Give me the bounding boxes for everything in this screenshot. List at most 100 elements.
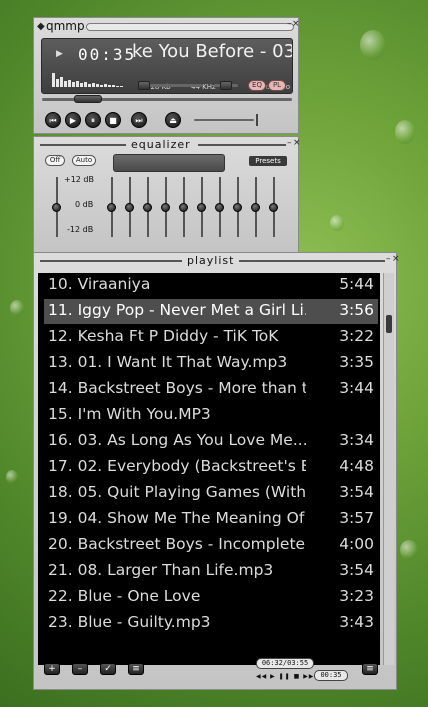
select-button[interactable]: ✓ (100, 663, 116, 675)
track-title: 16. 03. As Long As You Love Me.... (48, 431, 306, 449)
scrollbar-thumb[interactable] (386, 315, 392, 333)
eq-band-knob[interactable] (233, 203, 242, 212)
title-rule-right (198, 144, 286, 146)
eq-close-icon[interactable]: × (293, 139, 301, 148)
pause-icon: ⏸ (91, 116, 95, 125)
playlist-row[interactable]: 23. Blue - Guilty.mp3 3:43 (44, 611, 378, 636)
playlist-close-icon[interactable]: × (392, 255, 400, 264)
eq-band-knob[interactable] (107, 203, 116, 212)
seek-knob[interactable] (74, 95, 102, 103)
track-duration: 3:57 (339, 509, 374, 527)
add-track-button[interactable]: + (44, 663, 60, 675)
minimize-icon[interactable]: – (287, 20, 292, 29)
playlist-row[interactable]: 20. Backstreet Boys - Incomplete ... 4:0… (44, 533, 378, 558)
eq-band-knob[interactable] (269, 203, 278, 212)
playlist-toggle-button[interactable]: PL (268, 80, 286, 91)
track-duration: 3:54 (339, 561, 374, 579)
playlist-row[interactable]: 16. 03. As Long As You Love Me.... 3:34 (44, 429, 378, 454)
menu-icon: ≡ (366, 664, 374, 674)
eq-shade-icon[interactable]: – (287, 139, 292, 148)
eq-band-knob[interactable] (125, 203, 134, 212)
playlist-row[interactable]: 14. Backstreet Boys - More than t... 3:4… (44, 377, 378, 402)
eq-band-knob[interactable] (215, 203, 224, 212)
track-duration: 3:44 (339, 379, 374, 397)
track-duration: 4:48 (339, 457, 374, 475)
playlist-shade-icon[interactable]: – (386, 255, 391, 264)
background-drop (400, 540, 418, 560)
track-duration: 3:54 (339, 483, 374, 501)
title-bar[interactable]: ◆ qmmp – × (34, 18, 300, 36)
sort-button[interactable]: ≡ (128, 663, 144, 675)
eq-band-knob[interactable] (251, 203, 260, 212)
balance-knob[interactable] (220, 81, 232, 90)
track-title: 10. Viraaniya (48, 275, 151, 293)
equalizer-window: equalizer – × Off Auto Presets +12 dB 0 … (33, 136, 301, 253)
playlist-row-selected[interactable]: 11. Iggy Pop - Never Met a Girl Li... 3:… (44, 299, 378, 324)
eject-button[interactable]: ⏏ (165, 112, 181, 128)
eq-toggle-button[interactable]: EQ (248, 80, 266, 91)
background-drop (395, 120, 415, 144)
title-rule-left (40, 144, 126, 146)
position-end-marker (256, 114, 258, 126)
db-low-label: -12 dB (67, 225, 94, 234)
sort-icon: ≡ (132, 664, 140, 674)
play-state-icon: ▶ (56, 49, 63, 59)
db-mid-label: 0 dB (75, 200, 94, 209)
track-duration: 3:22 (339, 327, 374, 345)
playlist-row[interactable]: 21. 08. Larger Than Life.mp3 3:54 (44, 559, 378, 584)
playlist-elapsed-time: 00:35 (314, 670, 348, 681)
playlist-row[interactable]: 12. Kesha Ft P Diddy - TiK ToK 3:22 (44, 325, 378, 350)
next-icon: ⏭ (135, 116, 143, 125)
playlist-menu-button[interactable]: ≡ (362, 663, 378, 675)
title-bar-line (86, 23, 294, 31)
eq-band-knob[interactable] (179, 203, 188, 212)
playlist-row[interactable]: 17. 02. Everybody (Backstreet's B... 4:4… (44, 455, 378, 480)
eq-band-knob[interactable] (161, 203, 170, 212)
track-title: 19. 04. Show Me The Meaning Of ... (48, 509, 306, 527)
eq-band-knob[interactable] (197, 203, 206, 212)
playlist-row[interactable]: 22. Blue - One Love 3:23 (44, 585, 378, 610)
eq-off-button[interactable]: Off (45, 155, 65, 166)
stop-button[interactable]: ■ (105, 112, 121, 128)
track-title: 23. Blue - Guilty.mp3 (48, 613, 211, 631)
playlist-window: playlist – × 10. Viraaniya 5:44 11. Iggy… (33, 252, 400, 690)
track-title: 20. Backstreet Boys - Incomplete ... (48, 535, 306, 553)
playlist-track-list[interactable]: 10. Viraaniya 5:44 11. Iggy Pop - Never … (38, 273, 380, 665)
track-duration: 5:44 (339, 275, 374, 293)
playlist-row[interactable]: 10. Viraaniya 5:44 (44, 273, 378, 298)
background-drop (330, 215, 344, 231)
db-high-label: +12 dB (64, 175, 94, 184)
previous-button[interactable]: ⏮ (45, 112, 61, 128)
next-button[interactable]: ⏭ (131, 112, 147, 128)
eq-auto-button[interactable]: Auto (72, 155, 96, 166)
song-title: ke You Before - 03: (132, 41, 292, 62)
window-title: qmmp (46, 19, 85, 33)
playlist-scrollbar[interactable] (383, 273, 394, 665)
remove-track-button[interactable]: – (72, 663, 88, 675)
eq-presets-button[interactable]: Presets (249, 156, 287, 166)
spectrum-visualizer[interactable] (52, 67, 136, 87)
close-icon[interactable]: × (292, 20, 300, 29)
track-duration: 3:43 (339, 613, 374, 631)
track-duration: 3:23 (339, 587, 374, 605)
track-title: 17. 02. Everybody (Backstreet's B... (48, 457, 306, 475)
previous-icon: ⏮ (49, 116, 57, 125)
track-title: 12. Kesha Ft P Diddy - TiK ToK (48, 327, 279, 345)
track-duration: 3:56 (339, 301, 374, 319)
track-title: 22. Blue - One Love (48, 587, 201, 605)
playlist-row[interactable]: 19. 04. Show Me The Meaning Of ... 3:57 (44, 507, 378, 532)
volume-knob[interactable] (138, 81, 150, 90)
playlist-title: playlist (187, 254, 235, 267)
background-drop (360, 30, 386, 60)
track-title: 15. I'm With You.MP3 (48, 405, 211, 423)
pause-button[interactable]: ⏸ (85, 112, 101, 128)
playlist-row[interactable]: 18. 05. Quit Playing Games (With ... 3:5… (44, 481, 378, 506)
eq-band-knob[interactable] (143, 203, 152, 212)
preamp-knob[interactable] (52, 203, 61, 212)
track-title: 21. 08. Larger Than Life.mp3 (48, 561, 274, 579)
playlist-row[interactable]: 15. I'm With You.MP3 (44, 403, 378, 428)
play-button[interactable]: ▶ (65, 112, 81, 128)
position-slider[interactable] (194, 119, 254, 121)
app-menu-icon[interactable]: ◆ (37, 21, 45, 32)
playlist-row[interactable]: 13. 01. I Want It That Way.mp3 3:35 (44, 351, 378, 376)
